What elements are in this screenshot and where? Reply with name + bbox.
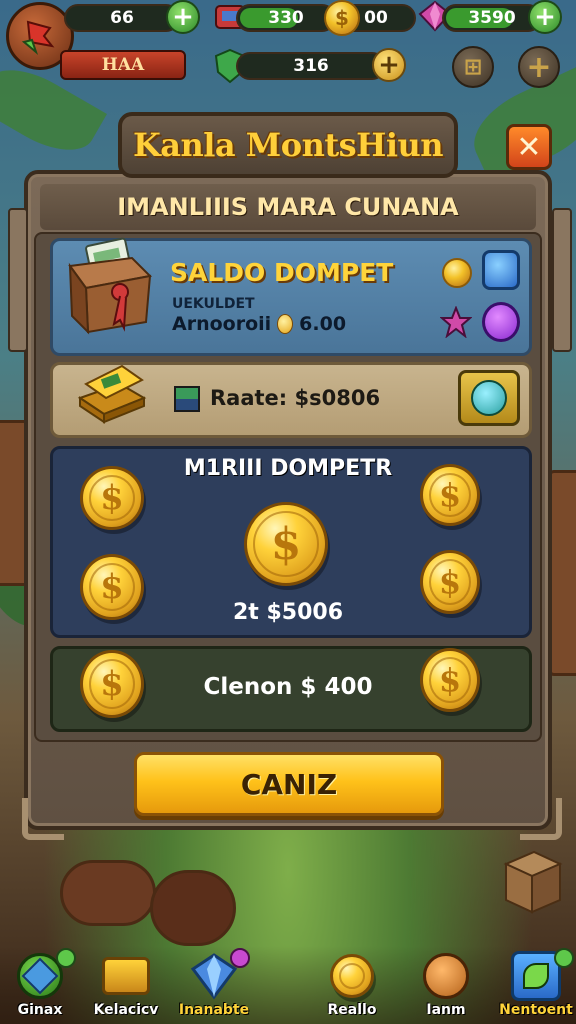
exchange-rate-text: Raate: $s0806: [210, 386, 381, 410]
shield-counter: 316: [236, 52, 386, 80]
shield-value: 316: [293, 56, 329, 76]
confirm-button[interactable]: CANIZ: [134, 752, 444, 816]
nav-item-ginax[interactable]: Ginax: [2, 948, 78, 1024]
notification-badge: [56, 948, 76, 968]
nav-item-nentoent[interactable]: Nentoent: [498, 948, 574, 1024]
claim-amount-text: Clenon $ 400: [203, 674, 373, 700]
close-icon: ✕: [516, 129, 542, 165]
gold-bars-icon: [77, 364, 147, 424]
coin-option-1[interactable]: $: [80, 466, 144, 530]
panel-corner-br: [520, 798, 562, 840]
panel-corner-bl: [22, 798, 64, 840]
rate-flag-icon: [174, 386, 200, 412]
coin-stack-icon: [324, 950, 380, 1002]
treasure-chest-icon: [68, 237, 153, 335]
player-name-bar: HAA: [60, 50, 186, 80]
add-gems-button[interactable]: +: [166, 0, 200, 34]
nav-item-ianm[interactable]: Ianm: [408, 948, 484, 1024]
coin-option-2[interactable]: $: [420, 464, 480, 526]
popup-title: Kanla MontsHiun: [132, 126, 444, 164]
wallet-label: UEKULDET: [172, 296, 255, 312]
notification-badge: [554, 948, 574, 968]
flag-icon: [21, 20, 55, 56]
crystals-value: 3590: [468, 8, 516, 28]
nav-label: Ginax: [17, 1002, 63, 1018]
medal-icon: [418, 950, 474, 1002]
wallet-amount: 6.00: [299, 313, 347, 335]
blue-gem-button[interactable]: [482, 250, 520, 290]
energy-counter: 330: [236, 4, 336, 32]
nav-item-kelacicv[interactable]: Kelacicv: [88, 948, 164, 1024]
nav-item-inanabte[interactable]: Inanabte: [176, 948, 252, 1024]
star-icon: [440, 306, 472, 338]
add-crystals-button[interactable]: +: [528, 0, 562, 34]
wallet-amount-label: Arnooroii: [172, 313, 272, 335]
small-coin-icon: [277, 314, 294, 334]
confirm-label: CANIZ: [240, 767, 338, 801]
popup-subtitle-plate: IMANLIIIS MARA CUNANA: [40, 184, 536, 230]
nav-label: Kelacicv: [93, 1002, 159, 1018]
nav-label: Inanabte: [178, 1002, 250, 1018]
popup-title-plate: Kanla MontsHiun: [118, 112, 458, 178]
nav-label: Reallo: [327, 1002, 377, 1018]
grid-icon: ⊞: [463, 54, 483, 80]
coins-value: 00: [364, 8, 388, 28]
nav-item-reallo[interactable]: Reallo: [314, 948, 390, 1024]
energy-value: 330: [268, 8, 304, 28]
gold-bars-icon: [98, 950, 154, 1002]
globe-icon: [471, 380, 507, 416]
inventory-button[interactable]: ⊞: [452, 46, 494, 88]
purple-gem-button[interactable]: [482, 302, 520, 342]
wallet-title: SALDO DOMPET: [170, 258, 394, 287]
close-button[interactable]: ✕: [506, 124, 552, 170]
crystals-counter: 3590: [442, 4, 542, 32]
coin-option-center[interactable]: $: [244, 502, 328, 586]
wallet-amount-row: Arnooroii 6.00: [172, 313, 346, 335]
nav-label: Ianm: [426, 1002, 466, 1018]
crate-icon[interactable]: [500, 846, 566, 916]
popup-subtitle: IMANLIIIS MARA CUNANA: [117, 193, 459, 221]
notification-badge: [230, 948, 250, 968]
left-rail: [8, 208, 28, 352]
rate-info-button[interactable]: [458, 370, 520, 426]
gems-counter: 66: [64, 4, 180, 32]
coin-icon: $: [324, 0, 360, 36]
right-rail: [552, 208, 572, 352]
gems-value: 66: [110, 8, 134, 28]
settings-button[interactable]: +: [518, 46, 560, 88]
add-shield-button[interactable]: +: [372, 48, 406, 82]
nav-label: Nentoent: [499, 1002, 573, 1018]
coins-total: 2t $5006: [232, 600, 344, 625]
coin-badge-icon: [442, 258, 472, 288]
player-name: HAA: [101, 55, 145, 75]
